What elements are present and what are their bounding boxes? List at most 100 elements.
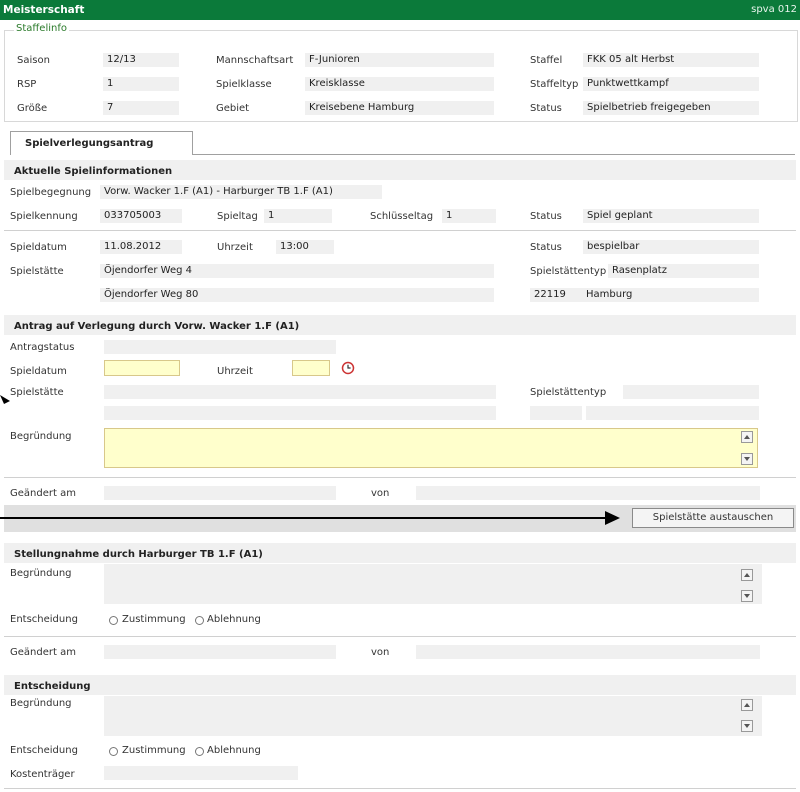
stellung-von-label: von <box>371 647 390 658</box>
stellung-ablehnung-label: Ablehnung <box>207 614 261 625</box>
ort-value: Hamburg <box>582 288 759 302</box>
window-title: Meisterschaft <box>3 4 85 16</box>
spielstaette-value-2: Öjendorfer Weg 80 <box>100 288 494 302</box>
entscheidung-begruendung-label: Begründung <box>10 698 72 709</box>
antrag-spielstaettentyp-value <box>623 385 759 399</box>
stellung-entscheidung-label: Entscheidung <box>10 614 78 625</box>
divider <box>4 230 796 231</box>
antrag-header-text: Antrag auf Verlegung durch Vorw. Wacker … <box>14 321 300 332</box>
entscheidung-ablehnung-label: Ablehnung <box>207 745 261 756</box>
scroll-down-icon[interactable] <box>741 453 753 465</box>
antrag-uhrzeit-input[interactable] <box>292 360 330 376</box>
tab-divider <box>193 154 795 155</box>
spieldatum-value: 11.08.2012 <box>100 240 182 254</box>
saison-label: Saison <box>17 55 50 66</box>
platz-status-label: Status <box>530 242 562 253</box>
status-label: Status <box>530 103 562 114</box>
spielstaettentyp-label: Spielstättentyp <box>530 266 607 277</box>
antrag-header: Antrag auf Verlegung durch Vorw. Wacker … <box>4 315 796 335</box>
antrag-plz-value <box>530 406 582 420</box>
uhrzeit-label: Uhrzeit <box>217 242 253 253</box>
antrag-spielstaette-label: Spielstätte <box>10 387 64 398</box>
kostentraeger-label: Kostenträger <box>10 769 75 780</box>
spielbegegnung-label: Spielbegegnung <box>10 187 92 198</box>
aktuelle-header-text: Aktuelle Spielinformationen <box>14 166 173 177</box>
title-bar: Meisterschaft spva 012 <box>0 0 800 20</box>
spielkennung-value: 033705003 <box>100 209 182 223</box>
stellung-geaendert-label: Geändert am <box>10 647 76 658</box>
scroll-down-icon[interactable] <box>741 590 753 602</box>
spieltag-label: Spieltag <box>217 211 258 222</box>
antrag-spieldatum-input[interactable] <box>104 360 180 376</box>
spielstaette-label: Spielstätte <box>10 266 64 277</box>
uhrzeit-value: 13:00 <box>276 240 334 254</box>
scroll-up-icon[interactable] <box>741 569 753 581</box>
entscheidung-zustimmung-radio[interactable] <box>109 747 118 756</box>
antragstatus-label: Antragstatus <box>10 342 75 353</box>
spielklasse-value: Kreisklasse <box>305 77 494 91</box>
spielstaettentyp-value: Rasenplatz <box>608 264 759 278</box>
mannschaftsart-label: Mannschaftsart <box>216 55 294 66</box>
kostentraeger-value <box>104 766 298 780</box>
antrag-spieldatum-label: Spieldatum <box>10 366 67 377</box>
rsp-label: RSP <box>17 79 37 90</box>
staffeltyp-value: Punktwettkampf <box>583 77 759 91</box>
rsp-value: 1 <box>103 77 179 91</box>
stellung-begruendung-textarea[interactable] <box>104 564 762 604</box>
clock-icon[interactable] <box>341 361 355 375</box>
status-value: Spielbetrieb freigegeben <box>583 101 759 115</box>
scroll-up-icon[interactable] <box>741 699 753 711</box>
antrag-begruendung-textarea[interactable] <box>104 428 758 468</box>
divider <box>4 636 796 637</box>
groesse-value: 7 <box>103 101 179 115</box>
entscheidung-header-text: Entscheidung <box>14 681 91 692</box>
antrag-spielstaette-value-1 <box>104 385 496 399</box>
antrag-uhrzeit-label: Uhrzeit <box>217 366 253 377</box>
stellung-geaendert-value <box>104 645 336 659</box>
staffelinfo-legend: Staffelinfo <box>14 23 69 34</box>
antrag-von-label: von <box>371 488 390 499</box>
entscheidung-begruendung-textarea[interactable] <box>104 696 762 736</box>
divider <box>4 477 796 478</box>
stellung-ablehnung-radio[interactable] <box>195 616 204 625</box>
antrag-spielstaettentyp-label: Spielstättentyp <box>530 387 607 398</box>
antrag-von-value <box>416 486 760 500</box>
spiel-status-label: Status <box>530 211 562 222</box>
scroll-up-icon[interactable] <box>741 431 753 443</box>
tab-label: Spielverlegungsantrag <box>25 138 154 149</box>
entscheidung-label: Entscheidung <box>10 745 78 756</box>
schluesseltag-label: Schlüsseltag <box>370 211 434 222</box>
antrag-spielstaette-value-2 <box>104 406 496 420</box>
staffel-label: Staffel <box>530 55 563 66</box>
antrag-begruendung-label: Begründung <box>10 431 72 442</box>
stellung-zustimmung-label: Zustimmung <box>122 614 186 625</box>
stellungnahme-header: Stellungnahme durch Harburger TB 1.F (A1… <box>4 543 796 563</box>
stellung-von-value <box>416 645 760 659</box>
antrag-geaendert-label: Geändert am <box>10 488 76 499</box>
divider <box>4 788 796 789</box>
window-code: spva 012 <box>751 4 797 15</box>
spieltag-value: 1 <box>264 209 332 223</box>
spielstaette-value-1: Öjendorfer Weg 4 <box>100 264 494 278</box>
scroll-down-icon[interactable] <box>741 720 753 732</box>
spieldatum-label: Spieldatum <box>10 242 67 253</box>
tab-spielverlegungsantrag[interactable]: Spielverlegungsantrag <box>10 131 193 155</box>
stellung-zustimmung-radio[interactable] <box>109 616 118 625</box>
staffeltyp-label: Staffeltyp <box>530 79 579 90</box>
entscheidung-zustimmung-label: Zustimmung <box>122 745 186 756</box>
plz-value: 22119 <box>530 288 582 302</box>
gebiet-label: Gebiet <box>216 103 250 114</box>
spielstaette-austauschen-button[interactable]: Spielstätte austauschen <box>632 508 794 528</box>
entscheidung-header: Entscheidung <box>4 675 796 695</box>
antrag-geaendert-value <box>104 486 336 500</box>
antrag-ort-value <box>586 406 759 420</box>
spielkennung-label: Spielkennung <box>10 211 78 222</box>
spielbegegnung-value: Vorw. Wacker 1.F (A1) - Harburger TB 1.F… <box>100 185 382 199</box>
platz-status-value: bespielbar <box>583 240 759 254</box>
spiel-status-value: Spiel geplant <box>583 209 759 223</box>
schluesseltag-value: 1 <box>442 209 496 223</box>
stellungnahme-header-text: Stellungnahme durch Harburger TB 1.F (A1… <box>14 549 263 560</box>
spielklasse-label: Spielklasse <box>216 79 272 90</box>
entscheidung-ablehnung-radio[interactable] <box>195 747 204 756</box>
mannschaftsart-value: F-Junioren <box>305 53 494 67</box>
